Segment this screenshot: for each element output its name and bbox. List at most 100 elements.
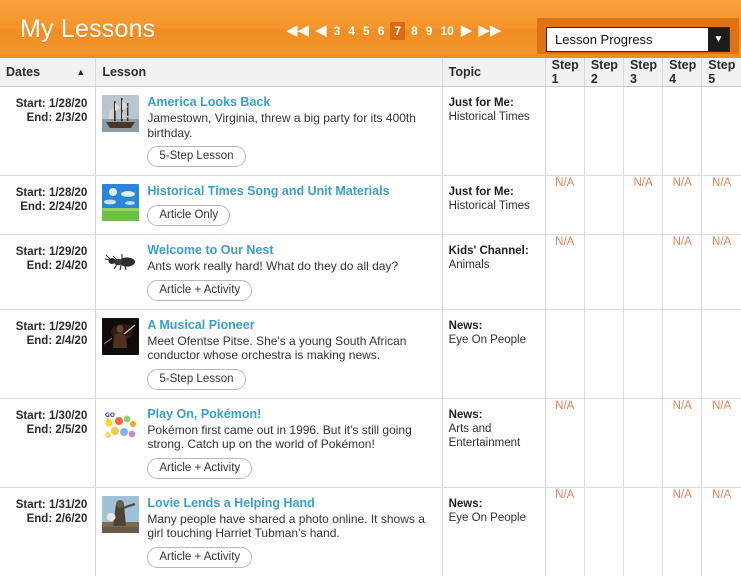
cell-topic: News: Eye On People — [442, 309, 546, 399]
cell-step-5[interactable]: N/A — [701, 234, 741, 310]
page-link-5[interactable]: 5 — [361, 23, 372, 39]
cell-step-3[interactable] — [623, 487, 664, 576]
lesson-type-badge[interactable]: Article Only — [147, 205, 231, 226]
cell-step-3[interactable] — [623, 234, 664, 310]
column-header-step-4[interactable]: Step 4 — [662, 58, 703, 87]
cell-step-4[interactable]: N/A — [662, 175, 703, 235]
end-date: End: 2/24/20 — [20, 201, 88, 213]
lesson-title-link[interactable]: A Musical Pioneer — [147, 318, 254, 333]
lesson-title-link[interactable]: America Looks Back — [147, 95, 270, 110]
double-right-arrow-icon[interactable]: ▶▶ — [477, 23, 502, 38]
page-link-3[interactable]: 3 — [332, 23, 343, 39]
end-date: End: 2/5/20 — [26, 423, 88, 436]
cell-lesson: Historical Times Song and Unit Materials… — [95, 175, 443, 235]
cell-step-4[interactable]: N/A — [662, 487, 703, 576]
cell-step-1[interactable]: N/A — [544, 487, 585, 576]
table-head: Dates ▲ Lesson Topic Step 1 Step 2 Step … — [0, 58, 741, 87]
topic-subject: Eye On People — [448, 333, 526, 346]
cell-step-3[interactable] — [623, 398, 664, 488]
column-header-step-3[interactable]: Step 3 — [623, 58, 664, 87]
double-left-arrow-icon[interactable]: ◀◀ — [285, 23, 310, 38]
start-date: Start: 1/31/20 — [15, 498, 88, 511]
topic-subject: Eye On People — [448, 511, 526, 524]
cell-step-2[interactable] — [584, 487, 624, 576]
cell-step-1[interactable]: N/A — [544, 175, 585, 235]
cell-step-1[interactable]: N/A — [544, 398, 585, 488]
lesson-type-badge[interactable]: Article + Activity — [147, 279, 253, 301]
column-header-step-2[interactable]: Step 2 — [584, 58, 624, 87]
page-link-10[interactable]: 10 — [438, 23, 455, 39]
table-header-row: Dates ▲ Lesson Topic Step 1 Step 2 Step … — [0, 58, 741, 87]
pokemon-thumbnail[interactable]: GO — [102, 406, 140, 444]
topic-category: News: — [448, 408, 483, 421]
column-header-step-1[interactable]: Step 1 — [544, 58, 585, 87]
lesson-title-link[interactable]: Play On, Pokémon! — [147, 407, 261, 422]
lesson-description: Meet Ofentse Pitse. She's a young South … — [147, 333, 407, 363]
cell-step-5[interactable]: N/A — [701, 398, 741, 488]
column-header-step-5[interactable]: Step 5 — [701, 58, 741, 87]
blue-sky-field-thumbnail[interactable] — [102, 184, 140, 221]
cell-topic: Just for Me: Historical Times — [442, 175, 546, 235]
cell-step-1[interactable]: N/A — [544, 234, 585, 310]
lesson-title-link[interactable]: Welcome to Our Nest — [147, 243, 273, 258]
lessons-table: Dates ▲ Lesson Topic Step 1 Step 2 Step … — [0, 58, 741, 576]
sort-ascending-icon[interactable]: ▲ — [76, 67, 85, 77]
cell-topic: News: Arts and Entertainment — [442, 398, 546, 488]
lesson-title-link[interactable]: Historical Times Song and Unit Materials — [147, 184, 389, 199]
cell-topic: Kids' Channel: Animals — [442, 234, 546, 310]
page-link-9[interactable]: 9 — [424, 23, 435, 39]
page-link-4[interactable]: 4 — [346, 23, 357, 39]
sailing-ship-thumbnail[interactable] — [102, 95, 140, 132]
cell-step-3[interactable] — [623, 86, 664, 176]
lesson-type-badge[interactable]: Article + Activity — [147, 457, 253, 479]
table-row: Start: 1/29/20 End: 2/4/20 Welcome to Our … — [0, 234, 741, 310]
lesson-type-badge[interactable]: Article + Activity — [147, 546, 253, 568]
ant-thumbnail[interactable] — [102, 243, 140, 280]
cell-step-3[interactable] — [623, 309, 664, 399]
cell-step-3[interactable]: N/A — [623, 175, 664, 235]
column-header-lesson[interactable]: Lesson — [95, 58, 443, 87]
cell-step-5[interactable]: N/A — [701, 487, 741, 576]
topic-subject: Animals — [448, 259, 490, 271]
pagination: ◀◀ ◀ 3 4 5 6 7 8 9 10 ▶ ▶▶ — [285, 22, 502, 40]
chevron-down-icon[interactable]: ▼ — [708, 27, 729, 51]
cell-step-2[interactable] — [584, 86, 624, 176]
cell-step-5[interactable] — [701, 309, 741, 399]
left-arrow-icon[interactable]: ◀ — [314, 23, 328, 38]
cell-step-2[interactable] — [584, 398, 624, 488]
cell-topic: Just for Me: Historical Times — [442, 86, 546, 176]
lesson-title-link[interactable]: Lovie Lends a Helping Hand — [147, 496, 314, 511]
column-header-dates[interactable]: Dates ▲ — [0, 58, 97, 87]
cell-step-2[interactable] — [584, 309, 624, 399]
cell-lesson: Lovie Lends a Helping Hand Many people ha… — [95, 487, 443, 576]
cell-step-4[interactable] — [662, 309, 703, 399]
harriet-tubman-statue-thumbnail[interactable] — [102, 495, 140, 533]
cell-step-4[interactable] — [662, 86, 703, 176]
cell-step-5[interactable] — [701, 86, 741, 176]
cell-step-2[interactable] — [584, 234, 624, 310]
cell-step-4[interactable]: N/A — [662, 398, 703, 488]
cell-topic: News: Eye On People — [442, 487, 546, 576]
table-row: Start: 1/31/20 End: 2/6/20 Lovie Lends a H… — [0, 487, 741, 576]
lesson-progress-dropdown[interactable]: Lesson Progress ▼ — [546, 26, 730, 52]
page-link-8[interactable]: 8 — [409, 23, 420, 39]
cell-step-2[interactable] — [584, 175, 624, 235]
right-arrow-icon[interactable]: ▶ — [460, 23, 474, 38]
page-header: My Lessons ◀◀ ◀ 3 4 5 6 7 8 9 10 ▶ ▶▶ Le… — [0, 0, 741, 58]
cell-step-1[interactable] — [544, 309, 585, 399]
column-header-topic[interactable]: Topic — [442, 58, 546, 87]
cell-step-5[interactable]: N/A — [701, 175, 741, 235]
lesson-type-badge[interactable]: 5-Step Lesson — [147, 368, 246, 390]
cell-step-4[interactable]: N/A — [662, 234, 703, 310]
cell-step-1[interactable] — [544, 86, 585, 176]
page-link-6[interactable]: 6 — [376, 23, 387, 39]
page-link-current[interactable]: 7 — [390, 22, 406, 40]
cell-dates: Start: 1/30/20 End: 2/5/20 — [0, 398, 97, 488]
table-body: Start: 1/28/20 End: 2/3/20 America Looks B… — [0, 86, 741, 576]
lesson-type-badge[interactable]: 5-Step Lesson — [147, 146, 246, 167]
topic-category: News: — [448, 497, 483, 510]
cell-lesson: GO Play On, Pokémon! Pokémon first came ou… — [95, 398, 443, 488]
conductor-thumbnail[interactable] — [102, 317, 140, 355]
cell-lesson: America Looks Back Jamestown, Virginia, t… — [95, 86, 443, 176]
page-title: My Lessons — [20, 14, 156, 43]
